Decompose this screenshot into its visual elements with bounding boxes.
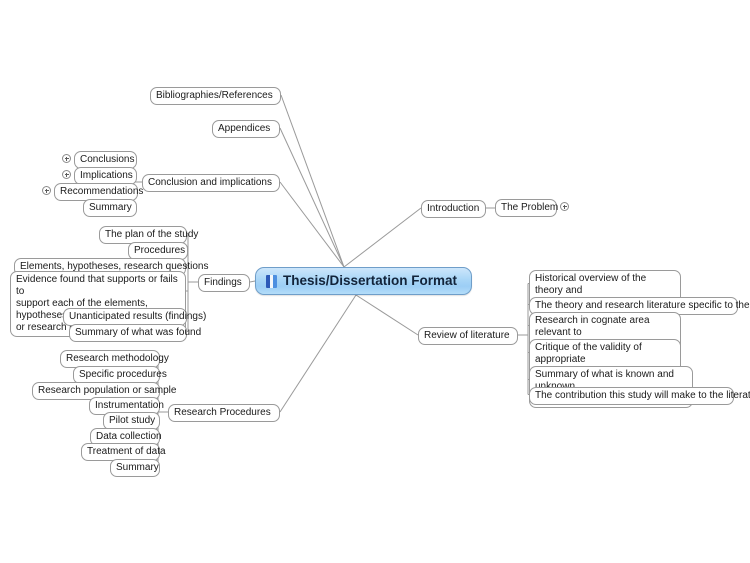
branch-appendices[interactable]: Appendices <box>212 120 280 138</box>
node-unanticipated-results-label: Unanticipated results (findings) <box>69 311 207 322</box>
mindmap-canvas: Thesis/Dissertation Format Bibliographies… <box>0 0 750 563</box>
node-research-population-label: Research population or sample <box>38 385 177 396</box>
expand-icon-the-problem[interactable] <box>560 202 569 211</box>
expand-icon-conclusions[interactable] <box>62 154 71 163</box>
node-instrumentation-label: Instrumentation <box>95 400 164 411</box>
node-contribution-label: The contribution this study will make to… <box>535 390 750 401</box>
node-contribution[interactable]: The contribution this study will make to… <box>529 387 750 405</box>
branch-conclusion[interactable]: Conclusion and implications <box>142 174 280 192</box>
node-summary-findings-label: Summary of what was found <box>75 327 202 338</box>
branch-introduction-label: Introduction <box>427 203 480 214</box>
node-summary-procedures[interactable]: Summary <box>110 459 160 477</box>
node-specific-procedures-label: Specific procedures <box>79 369 167 380</box>
branch-appendices-label: Appendices <box>218 123 271 134</box>
branch-review-of-literature-label: Review of literature <box>424 330 510 341</box>
node-theory-specific-label: The theory and research literature speci… <box>535 300 750 311</box>
branch-review-of-literature[interactable]: Review of literature <box>418 327 518 345</box>
edge-root-to-review-of-literature <box>355 294 419 336</box>
branch-conclusion-label: Conclusion and implications <box>148 177 272 188</box>
book-icon <box>266 274 277 288</box>
node-conclusions-label: Conclusions <box>80 154 135 165</box>
node-procedures-findings-label: Procedures <box>134 245 186 256</box>
node-research-methodology-label: Research methodology <box>66 353 169 364</box>
branch-research-procedures[interactable]: Research Procedures <box>168 404 280 422</box>
edge-root-to-introduction <box>343 207 422 268</box>
node-plan-of-study-label: The plan of the study <box>105 229 199 240</box>
node-the-problem[interactable]: The Problem <box>495 199 559 217</box>
branch-findings[interactable]: Findings <box>198 274 250 292</box>
node-the-problem-label: The Problem <box>501 202 559 213</box>
node-treatment-of-data-label: Treatment of data <box>87 446 166 457</box>
root-node-label: Thesis/Dissertation Format <box>283 273 458 288</box>
branch-research-procedures-label: Research Procedures <box>174 407 271 418</box>
node-recommendations-label: Recommendations <box>60 186 144 197</box>
edge-root-to-conclusion <box>279 181 345 268</box>
branch-introduction[interactable]: Introduction <box>421 200 486 218</box>
node-pilot-study-label: Pilot study <box>109 415 156 426</box>
root-node[interactable]: Thesis/Dissertation Format <box>255 267 473 295</box>
edge-root-to-appendices <box>279 127 345 268</box>
expand-icon-implications[interactable] <box>62 170 71 179</box>
edge-root-to-research-procedures <box>279 294 357 413</box>
node-summary-conclusion-label: Summary <box>89 202 132 213</box>
branch-bibliographies[interactable]: Bibliographies/References <box>150 87 281 105</box>
branch-bibliographies-label: Bibliographies/References <box>156 90 273 101</box>
branch-findings-label: Findings <box>204 277 242 288</box>
edge-root-to-bibliographies <box>280 94 345 268</box>
node-summary-procedures-label: Summary <box>116 462 159 473</box>
node-summary-conclusion[interactable]: Summary <box>83 199 137 217</box>
node-summary-findings[interactable]: Summary of what was found <box>69 324 201 342</box>
node-data-collection-label: Data collection <box>96 431 162 442</box>
expand-icon-recommendations[interactable] <box>42 186 51 195</box>
node-implications-label: Implications <box>80 170 133 181</box>
